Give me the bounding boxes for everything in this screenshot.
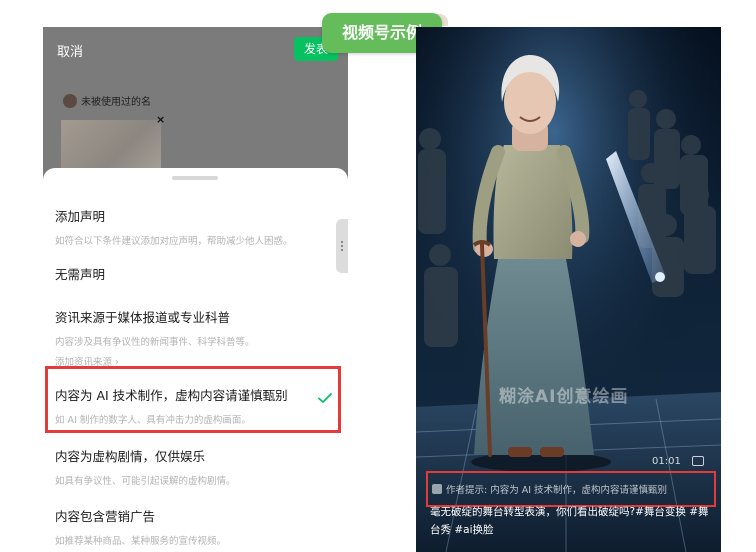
option-subtitle: 内容涉及具有争议性的新闻事件、科学科普等。 [55, 337, 255, 348]
option-title: 添加声明 [55, 209, 106, 224]
option-subtitle: 如具有争议性、可能引起误解的虚构剧情。 [55, 476, 236, 487]
author-row: 未被使用过的名 [63, 93, 151, 108]
notice-icon [432, 484, 442, 494]
option-title: 内容包含营销广告 [55, 509, 156, 524]
top-bar: 取消 发表 [43, 27, 348, 75]
video-timestamp: 01:01 [652, 456, 681, 467]
pip-icon[interactable] [692, 456, 704, 466]
option-title: 内容为虚构剧情，仅供娱乐 [55, 449, 206, 464]
cancel-button[interactable]: 取消 [57, 41, 83, 60]
option-add-declaration: 添加声明 如符合以下条件建议添加对应声明，帮助减少他人困惑。 [55, 206, 341, 247]
option-news-source[interactable]: 资讯来源于媒体报道或专业科普 内容涉及具有争议性的新闻事件、科学科普等。 添加资… [55, 307, 341, 368]
option-title: 资讯来源于媒体报道或专业科普 [55, 310, 231, 325]
video-watermark: 糊涂AI创意绘画 [499, 387, 629, 407]
avatar [63, 93, 77, 108]
declaration-sheet: 添加声明 如符合以下条件建议添加对应声明，帮助减少他人困惑。 无需声明 资讯来源… [43, 168, 348, 552]
highlight-frame [45, 366, 341, 433]
option-marketing-ad[interactable]: 内容包含营销广告 如推荐某种商品、某种服务的宣传视频。 [55, 506, 341, 547]
option-subtitle: 如推荐某种商品、某种服务的宣传视频。 [55, 536, 227, 547]
ai-notice: 作者提示: 内容为 AI 技术制作，虚构内容请谨慎甄别 [432, 482, 667, 496]
author-name: 未被使用过的名 [81, 97, 151, 108]
notice-text: 作者提示: 内容为 AI 技术制作，虚构内容请谨慎甄别 [446, 485, 668, 496]
video-player[interactable]: 糊涂AI创意绘画 01:01 作者提示: 内容为 AI 技术制作，虚构内容请谨慎… [416, 27, 721, 552]
option-no-declaration[interactable]: 无需声明 [55, 264, 341, 283]
check-icon [318, 393, 332, 403]
option-subtitle: 如符合以下条件建议添加对应声明，帮助减少他人困惑。 [55, 236, 293, 247]
option-fictional-plot[interactable]: 内容为虚构剧情，仅供娱乐 如具有争议性、可能引起误解的虚构剧情。 [55, 446, 341, 487]
publish-settings-screen: 取消 发表 未被使用过的名 × 添加声明 如符合以下条件建议添加对应声明，帮助减… [43, 27, 348, 552]
video-caption: 毫无破绽的舞台转型表演，你们看出破绽吗?#舞台变换 #舞台秀 #ai换脸 [430, 506, 709, 536]
option-title: 无需声明 [55, 267, 106, 282]
close-icon[interactable]: × [156, 113, 165, 126]
sheet-handle[interactable] [172, 176, 218, 180]
drawer-handle-icon[interactable] [336, 219, 348, 273]
